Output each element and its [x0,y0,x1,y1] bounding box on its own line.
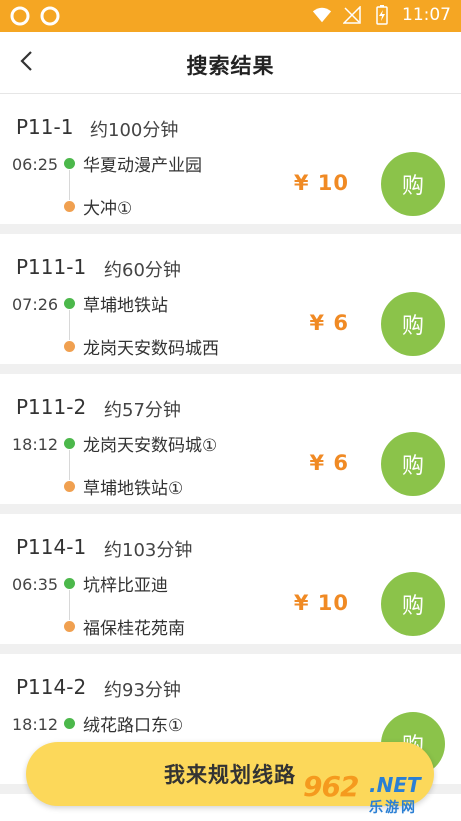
start-dot-icon [64,578,75,589]
departure-time: 18:12 [12,715,59,734]
start-stop: 绒花路口东① [64,711,183,736]
watermark-logo: 962 .NET 乐游网 [303,770,421,816]
route-list: P11-1 约100分钟 06:25 华夏动漫产业园 大冲① ¥ 10 购 P1… [0,94,461,794]
route-card[interactable]: P11-1 约100分钟 06:25 华夏动漫产业园 大冲① ¥ 10 购 [0,94,461,234]
buy-button[interactable]: 购 [381,572,445,636]
departure-time: 07:26 [12,295,59,314]
end-dot-icon [64,201,75,212]
buy-button[interactable]: 购 [381,292,445,356]
sync-icon [10,6,30,26]
buy-button[interactable]: 购 [381,432,445,496]
departure-time: 18:12 [12,435,59,454]
app-bar: 搜索结果 [0,32,461,94]
page-title: 搜索结果 [186,54,275,78]
battery-charging-icon [372,5,392,25]
start-dot-icon [64,298,75,309]
no-signal-icon [342,5,362,25]
end-stop: 龙岗天安数码城西 [64,334,219,359]
start-dot-icon [64,438,75,449]
ticket-price: ¥ 10 [293,591,349,615]
start-stop: 坑梓比亚迪 [64,571,168,596]
route-duration: 约57分钟 [104,400,181,421]
route-duration: 约60分钟 [104,260,181,281]
route-duration: 约93分钟 [104,680,181,701]
route-card[interactable]: P111-1 约60分钟 07:26 草埔地铁站 龙岗天安数码城西 ¥ 6 购 [0,234,461,374]
route-duration: 约103分钟 [104,540,193,561]
ticket-price: ¥ 6 [309,451,349,475]
route-code: P11-1 [16,115,74,139]
departure-time: 06:35 [12,575,59,594]
route-code: P114-2 [16,675,87,699]
end-dot-icon [64,481,75,492]
status-bar: 11:07 [0,0,461,32]
ticket-price: ¥ 6 [309,311,349,335]
end-stop: 草埔地铁站① [64,474,183,499]
end-dot-icon [64,341,75,352]
start-dot-icon [64,718,75,729]
wifi-icon [312,5,332,25]
clock: 11:07 [402,5,451,25]
route-code: P114-1 [16,535,87,559]
start-stop: 华夏动漫产业园 [64,151,202,176]
route-code: P111-1 [16,255,87,279]
end-stop: 福保桂花苑南 [64,614,185,639]
route-card[interactable]: P114-1 约103分钟 06:35 坑梓比亚迪 福保桂花苑南 ¥ 10 购 [0,514,461,654]
end-stop: 大冲① [64,194,132,219]
ticket-price: ¥ 10 [293,171,349,195]
sync-icon [40,6,60,26]
departure-time: 06:25 [12,155,59,174]
start-dot-icon [64,158,75,169]
buy-button[interactable]: 购 [381,152,445,216]
route-duration: 约100分钟 [90,120,179,141]
end-dot-icon [64,621,75,632]
route-code: P111-2 [16,395,87,419]
route-card[interactable]: P111-2 约57分钟 18:12 龙岗天安数码城① 草埔地铁站① ¥ 6 购 [0,374,461,514]
start-stop: 草埔地铁站 [64,291,168,316]
start-stop: 龙岗天安数码城① [64,431,217,456]
